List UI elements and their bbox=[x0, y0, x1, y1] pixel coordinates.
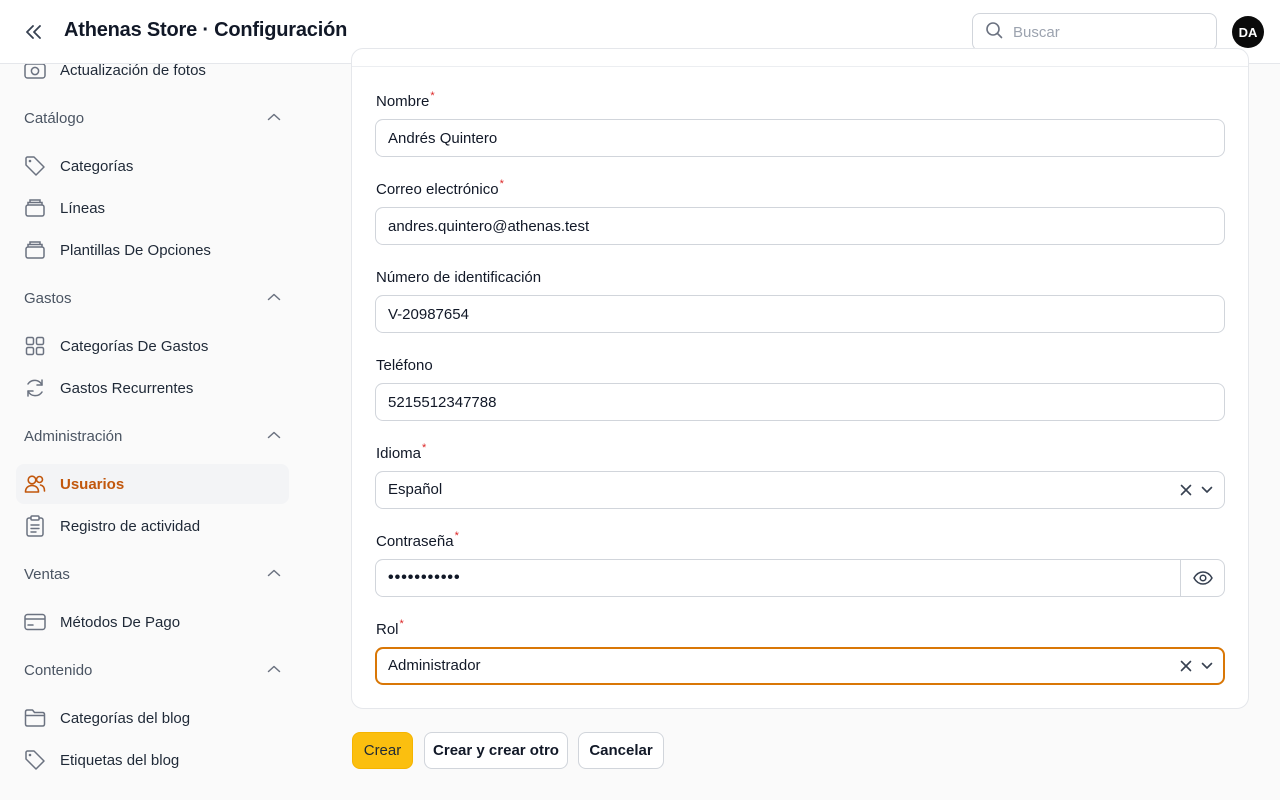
group-label: Catálogo bbox=[24, 109, 85, 127]
cancel-button[interactable]: Cancelar bbox=[578, 732, 664, 769]
sidebar-item-metodos-pago[interactable]: Métodos De Pago bbox=[16, 602, 289, 642]
sidebar-item-label: Registro de actividad bbox=[60, 517, 201, 535]
sidebar-item-label: Categorías De Gastos bbox=[60, 337, 209, 355]
search-input[interactable] bbox=[1013, 23, 1193, 41]
tag-icon bbox=[24, 749, 46, 771]
refresh-icon bbox=[24, 377, 46, 399]
sidebar-item-registro-actividad[interactable]: Registro de actividad bbox=[16, 506, 289, 546]
language-select[interactable]: Español bbox=[375, 471, 1225, 509]
group-ventas[interactable]: Ventas bbox=[24, 562, 281, 586]
language-label: Idioma* bbox=[376, 442, 427, 462]
avatar[interactable]: DA bbox=[1232, 16, 1264, 48]
sidebar-item-label: Categorías bbox=[60, 157, 134, 175]
sidebar-item-label: Categorías del blog bbox=[60, 709, 191, 727]
sidebar-item-label: Etiquetas del blog bbox=[60, 751, 180, 769]
email-field[interactable] bbox=[376, 208, 1224, 244]
sidebar-item-label: Usuarios bbox=[60, 475, 125, 493]
id-number-field-wrapper bbox=[375, 295, 1225, 333]
email-label: Correo electrónico* bbox=[376, 178, 504, 198]
clear-icon[interactable] bbox=[1178, 482, 1194, 498]
sidebar-item-categorias-gastos[interactable]: Categorías De Gastos bbox=[16, 326, 289, 366]
language-selected-value: Español bbox=[388, 481, 443, 498]
id-number-field[interactable] bbox=[376, 296, 1224, 332]
sidebar-item-label: Actualización de fotos bbox=[60, 64, 206, 79]
users-icon bbox=[24, 473, 46, 495]
group-label: Gastos bbox=[24, 289, 72, 307]
credit-card-icon bbox=[24, 611, 46, 633]
sidebar-item-categorias[interactable]: Categorías bbox=[16, 146, 289, 186]
chevron-up-icon bbox=[267, 427, 281, 445]
grid-icon bbox=[24, 335, 46, 357]
sidebar-item-usuarios[interactable]: Usuarios bbox=[16, 464, 289, 504]
group-catalogo[interactable]: Catálogo bbox=[24, 106, 281, 130]
chevron-up-icon bbox=[267, 565, 281, 583]
required-marker: * bbox=[430, 90, 435, 102]
sidebar-item-photo-update[interactable]: Actualización de fotos bbox=[16, 64, 289, 90]
collapse-sidebar-icon[interactable] bbox=[22, 20, 46, 44]
group-label: Administración bbox=[24, 427, 123, 445]
sidebar-item-gastos-recurrentes[interactable]: Gastos Recurrentes bbox=[16, 368, 289, 408]
section-divider bbox=[352, 66, 1248, 67]
password-field[interactable]: ••••••••••• bbox=[375, 559, 1225, 597]
sidebar-item-label: Gastos Recurrentes bbox=[60, 379, 194, 397]
eye-icon[interactable] bbox=[1181, 560, 1225, 596]
password-label: Contraseña* bbox=[376, 530, 459, 550]
role-selected-value: Administrador bbox=[388, 657, 481, 674]
group-contenido[interactable]: Contenido bbox=[24, 658, 281, 682]
role-select[interactable]: Administrador bbox=[375, 647, 1225, 685]
sidebar-item-label: Plantillas De Opciones bbox=[60, 241, 211, 259]
required-marker: * bbox=[499, 178, 504, 190]
group-gastos[interactable]: Gastos bbox=[24, 286, 281, 310]
search-box[interactable] bbox=[972, 13, 1217, 51]
chevron-up-icon bbox=[267, 109, 281, 127]
sidebar: Actualización de fotos Catálogo Categorí… bbox=[0, 64, 305, 800]
stack-icon bbox=[24, 197, 46, 219]
phone-field-wrapper bbox=[375, 383, 1225, 421]
tag-icon bbox=[24, 155, 46, 177]
name-label: Nombre* bbox=[376, 90, 435, 110]
required-marker: * bbox=[422, 442, 427, 454]
required-marker: * bbox=[454, 530, 459, 542]
required-marker: * bbox=[399, 618, 404, 630]
sidebar-item-lineas[interactable]: Líneas bbox=[16, 188, 289, 228]
chevron-down-icon[interactable] bbox=[1199, 482, 1215, 498]
stack-icon bbox=[24, 239, 46, 261]
sidebar-item-label: Líneas bbox=[60, 199, 106, 217]
sidebar-item-etiquetas-blog[interactable]: Etiquetas del blog bbox=[16, 740, 289, 780]
page-title: Athenas Store · Configuración bbox=[64, 19, 348, 41]
chevron-down-icon[interactable] bbox=[1199, 658, 1215, 674]
camera-icon bbox=[24, 64, 46, 81]
search-icon bbox=[985, 21, 1003, 44]
chevron-up-icon bbox=[267, 289, 281, 307]
clear-icon[interactable] bbox=[1178, 658, 1194, 674]
name-field[interactable] bbox=[376, 120, 1224, 156]
sidebar-item-plantillas[interactable]: Plantillas De Opciones bbox=[16, 230, 289, 270]
chevron-up-icon bbox=[267, 661, 281, 679]
password-masked-value: ••••••••••• bbox=[388, 569, 461, 586]
folder-icon bbox=[24, 707, 46, 729]
phone-field[interactable] bbox=[376, 384, 1224, 420]
phone-label: Teléfono bbox=[376, 357, 433, 374]
name-field-wrapper bbox=[375, 119, 1225, 157]
id-number-label: Número de identificación bbox=[376, 269, 542, 286]
create-button[interactable]: Crear bbox=[352, 732, 413, 769]
group-label: Ventas bbox=[24, 565, 70, 583]
group-label: Contenido bbox=[24, 661, 93, 679]
clipboard-icon bbox=[24, 515, 46, 537]
email-field-wrapper bbox=[375, 207, 1225, 245]
create-another-button[interactable]: Crear y crear otro bbox=[424, 732, 568, 769]
role-label: Rol* bbox=[376, 618, 404, 638]
sidebar-item-categorias-blog[interactable]: Categorías del blog bbox=[16, 698, 289, 738]
group-administracion[interactable]: Administración bbox=[24, 424, 281, 448]
sidebar-item-label: Métodos De Pago bbox=[60, 613, 181, 631]
